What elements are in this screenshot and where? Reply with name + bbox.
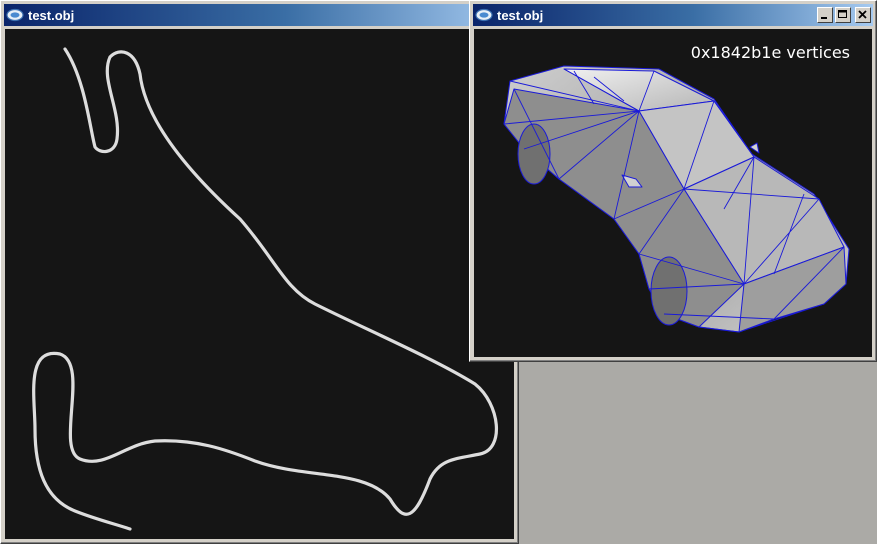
- title-bar[interactable]: test.obj: [473, 4, 873, 26]
- curve-canvas[interactable]: [5, 29, 514, 539]
- close-button[interactable]: [855, 7, 871, 23]
- vertex-count-label: 0x1842b1e vertices: [690, 43, 850, 62]
- window-title: test.obj: [497, 7, 544, 23]
- model-window[interactable]: test.obj 0x1842b1e vertices: [469, 0, 877, 362]
- minimize-icon: [821, 17, 827, 19]
- curve-plot: [32, 47, 499, 531]
- maximize-icon: [838, 10, 847, 18]
- car-rear-wheel: [517, 123, 551, 185]
- curve-window[interactable]: test.obj: [0, 0, 519, 544]
- window-title: test.obj: [28, 7, 75, 23]
- maximize-button[interactable]: [835, 7, 851, 23]
- app-window-icon: [475, 8, 493, 22]
- app-window-icon: [6, 8, 24, 22]
- curve-path: [32, 47, 499, 531]
- car-wireframe-render: [503, 65, 850, 333]
- title-bar[interactable]: test.obj: [4, 4, 515, 26]
- close-icon: [858, 10, 867, 19]
- model-viewport[interactable]: 0x1842b1e vertices: [474, 29, 872, 357]
- car-mirror: [749, 142, 760, 154]
- minimize-button[interactable]: [817, 7, 833, 23]
